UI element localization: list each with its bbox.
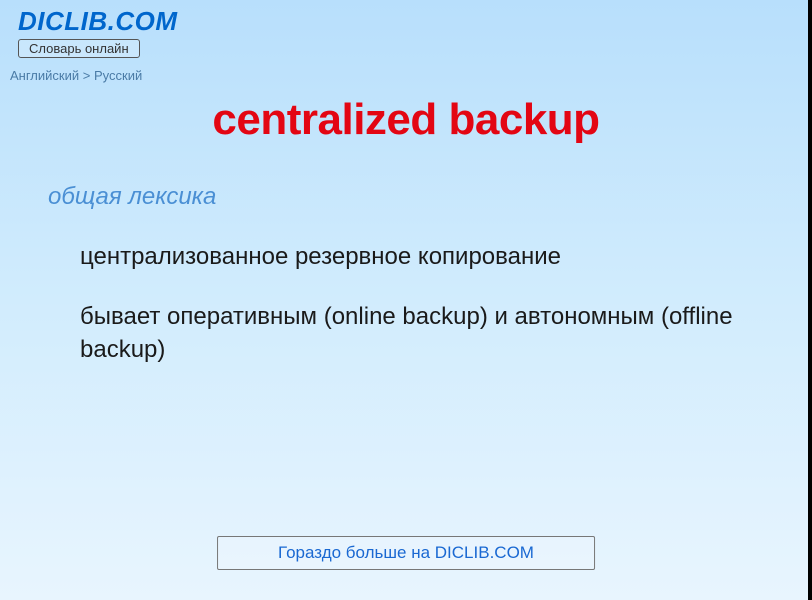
right-border	[808, 0, 812, 600]
definition-item: централизованное резервное копирование	[80, 241, 772, 273]
header: DICLIB.COM Словарь онлайн	[0, 0, 812, 58]
breadcrumb-from[interactable]: Английский	[10, 68, 79, 83]
more-link[interactable]: Гораздо больше на DICLIB.COM	[278, 543, 534, 562]
entry-category: общая лексика	[48, 183, 812, 211]
breadcrumb-to[interactable]: Русский	[94, 68, 142, 83]
definitions-list: централизованное резервное копирование б…	[80, 241, 772, 366]
breadcrumb: Английский > Русский	[0, 58, 812, 83]
definition-item: бывает оперативным (online backup) и авт…	[80, 301, 772, 366]
breadcrumb-separator: >	[83, 68, 91, 83]
site-title[interactable]: DICLIB.COM	[18, 6, 794, 37]
entry-term: centralized backup	[0, 95, 812, 145]
subtitle-box: Словарь онлайн	[18, 39, 140, 58]
more-link-box[interactable]: Гораздо больше на DICLIB.COM	[217, 536, 595, 570]
subtitle-text: Словарь онлайн	[29, 41, 129, 56]
